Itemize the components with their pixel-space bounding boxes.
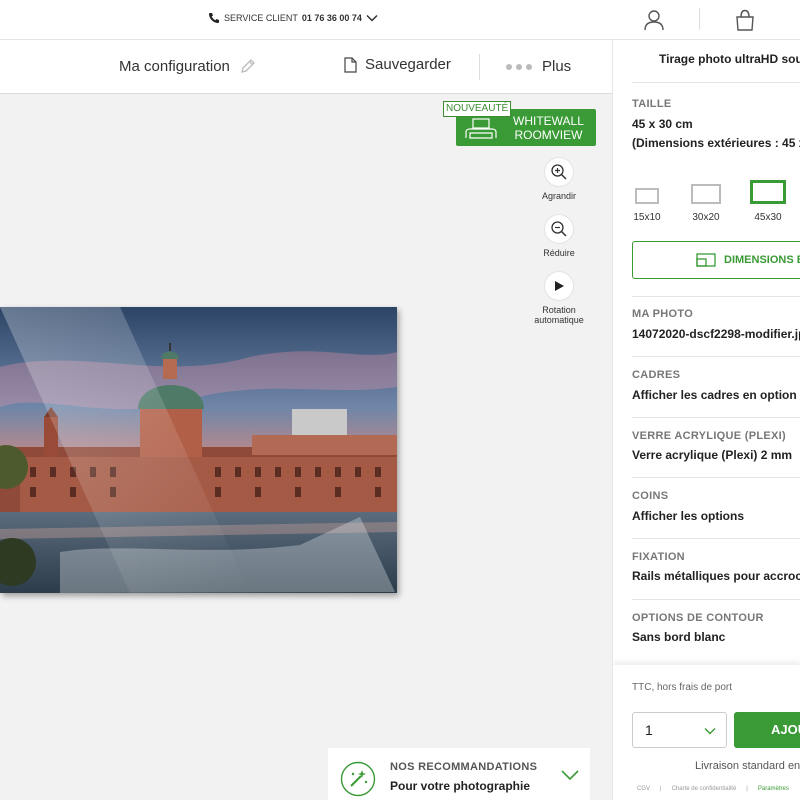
footer-links: CGV | Charte de confidentialité | Paramètres [637, 786, 789, 792]
exact-dimensions-button[interactable]: DIMENSIONS EXACTES [632, 241, 800, 279]
size-label: TAILLE [632, 98, 672, 110]
price-note: TTC, hors frais de port [632, 682, 733, 693]
size-option-15x10[interactable]: 15x10 [632, 180, 662, 223]
purchase-area: TTC, hors frais de port 1 AJOUTER AU PAN… [613, 665, 800, 800]
ruler-frame-icon [696, 253, 716, 267]
chevron-down-icon[interactable] [366, 14, 378, 22]
save-label: Sauvegarder [365, 56, 451, 73]
section-value-photo[interactable]: 14072020-dscf2298-modifier.jpg [632, 327, 800, 341]
reco-title: NOS RECOMMANDATIONS [390, 761, 538, 773]
recommendations-bar[interactable]: NOS RECOMMANDATIONS Pour votre photograp… [328, 748, 590, 800]
zoom-in-tool[interactable]: Agrandir [524, 158, 594, 201]
footer-link-settings[interactable]: Paramètres [758, 786, 789, 792]
rotate-label-1: Rotation [542, 305, 576, 315]
play-icon[interactable] [545, 272, 573, 300]
section-value-mounting[interactable]: Rails métalliques pour accrochage [632, 569, 800, 583]
photo-image [0, 307, 397, 593]
size-option-30x20[interactable]: 30x20 [690, 180, 722, 223]
reco-subtitle: Pour votre photographie [390, 779, 531, 793]
exact-dimensions-label: DIMENSIONS EXACTES [724, 254, 800, 266]
section-label-glass: VERRE ACRYLIQUE (PLEXI) [632, 430, 786, 442]
zoom-out-label: Réduire [543, 248, 575, 258]
chevron-down-icon [704, 728, 716, 735]
size-option-label: 15x10 [633, 212, 661, 223]
pencil-icon[interactable] [239, 57, 257, 75]
roomview-line2: ROOMVIEW [514, 128, 583, 142]
bag-icon[interactable] [733, 8, 757, 32]
product-title: Tirage photo ultraHD sous verre acryliqu… [659, 52, 800, 66]
section-label-mounting: FIXATION [632, 551, 685, 563]
service-label: SERVICE CLIENT [224, 13, 298, 23]
section-value-corners[interactable]: Afficher les options [632, 509, 744, 523]
config-title: Ma configuration [119, 58, 230, 75]
user-icon[interactable] [642, 8, 666, 32]
size-ext: (Dimensions extérieures : 45 x 30 cm) [632, 136, 800, 150]
divider [632, 82, 800, 83]
footer-link-cgv[interactable]: CGV [637, 786, 650, 792]
divider [632, 599, 800, 600]
zoom-in-icon[interactable] [545, 158, 573, 186]
service-client[interactable]: SERVICE CLIENT 01 76 36 00 74 [208, 12, 378, 24]
zoom-out-tool[interactable]: Réduire [524, 215, 594, 258]
config-panel: Tirage photo ultraHD sous verre acryliqu… [612, 40, 800, 800]
rotate-label-2: automatique [534, 315, 584, 325]
roomview-line1: WHITEWALL [513, 114, 584, 128]
top-bar: SERVICE CLIENT 01 76 36 00 74 [0, 0, 800, 40]
section-value-frames[interactable]: Afficher les cadres en option [632, 388, 797, 402]
config-bar: Ma configuration Sauvegarder Plus [0, 40, 612, 94]
save-button[interactable]: Sauvegarder [344, 56, 451, 73]
footer-link-privacy[interactable]: Charte de confidentialité [672, 786, 737, 792]
size-thumb [635, 188, 659, 204]
zoom-in-label: Agrandir [541, 191, 577, 201]
config-divider [479, 54, 480, 80]
rotate-tool[interactable]: Rotation automatique [524, 272, 594, 325]
divider [632, 417, 800, 418]
photo-preview [0, 307, 397, 593]
document-icon [344, 56, 357, 73]
size-option-45x30[interactable]: 45x30 [750, 180, 786, 223]
size-thumb [691, 184, 721, 204]
more-button[interactable]: Plus [506, 58, 571, 75]
divider [632, 477, 800, 478]
zoom-out-icon[interactable] [545, 215, 573, 243]
roomview-label: WHITEWALL ROOMVIEW [513, 114, 584, 142]
size-option-label: 45x30 [754, 212, 782, 223]
more-label: Plus [542, 58, 572, 75]
size-value: 45 x 30 cm [632, 117, 693, 131]
service-phone: 01 76 36 00 74 [301, 13, 362, 23]
divider [632, 538, 800, 539]
section-label-border: OPTIONS DE CONTOUR [632, 612, 764, 624]
quantity-select[interactable]: 1 [632, 712, 727, 748]
dots-icon [506, 63, 532, 70]
topbar-divider [699, 8, 700, 30]
chevron-down-icon[interactable] [560, 768, 580, 782]
add-to-cart-button[interactable]: AJOUTER AU PANIER [734, 712, 800, 748]
section-value-border[interactable]: Sans bord blanc [632, 630, 725, 644]
delivery-info: Livraison standard en 5 jours [695, 760, 800, 772]
magic-wand-icon [340, 761, 376, 797]
quantity-value: 1 [645, 722, 653, 738]
new-badge: NOUVEAUTÉ [443, 101, 512, 117]
divider [632, 356, 800, 357]
divider [632, 296, 800, 297]
size-option-label: 30x20 [692, 212, 720, 223]
section-label-corners: COINS [632, 490, 669, 502]
section-value-glass[interactable]: Verre acrylique (Plexi) 2 mm [632, 448, 792, 462]
section-label-frames: CADRES [632, 369, 681, 381]
room-icon [465, 118, 497, 139]
size-thumb-selected [750, 180, 786, 204]
section-label-photo: MA PHOTO [632, 308, 694, 320]
phone-icon [209, 13, 219, 23]
